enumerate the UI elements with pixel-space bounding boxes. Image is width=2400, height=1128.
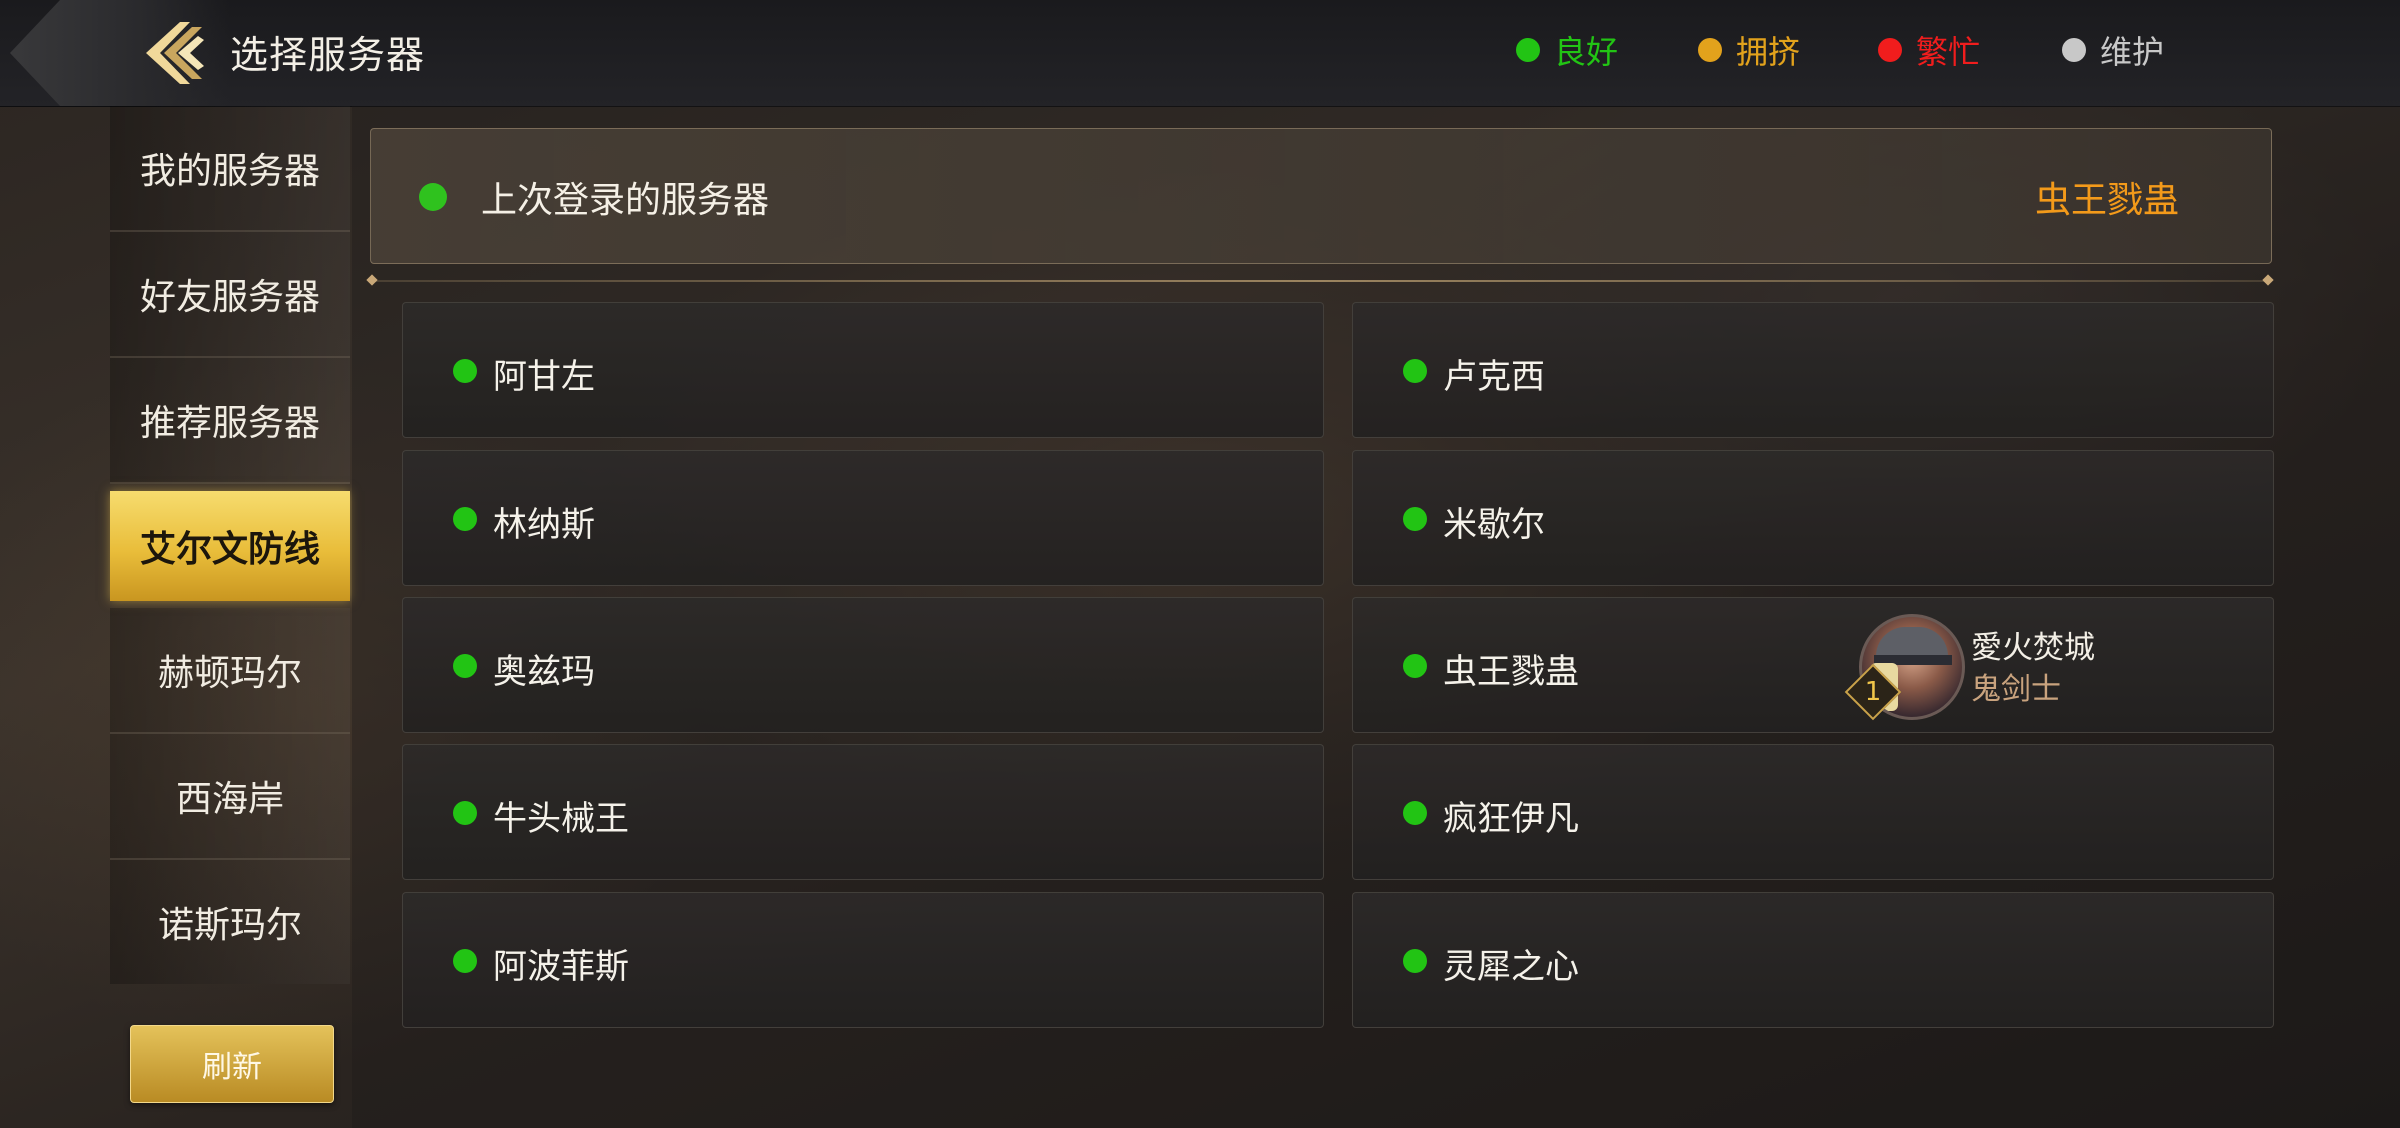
server-card[interactable]: 灵犀之心	[1352, 892, 2274, 1028]
status-dot-icon	[1403, 359, 1427, 383]
legend-maintenance: 维护	[2062, 28, 2164, 72]
rank-number: 1	[1864, 677, 1882, 707]
server-card[interactable]: 阿甘左	[402, 302, 1324, 438]
server-card[interactable]: 阿波菲斯	[402, 892, 1324, 1028]
status-dot-icon	[453, 949, 477, 973]
back-arrow-icon	[146, 22, 204, 84]
server-name: 灵犀之心	[1443, 947, 1579, 987]
status-dot-icon	[1403, 949, 1427, 973]
character-name: 愛火焚城	[1971, 630, 2095, 666]
status-dot-icon	[2062, 38, 2086, 62]
character-class: 鬼剑士	[1971, 672, 2061, 707]
legend-busy: 繁忙	[1878, 28, 1980, 72]
refresh-button[interactable]: 刷新	[130, 1025, 334, 1103]
sidebar-item-hendon-myre[interactable]: 赫顿玛尔	[110, 608, 350, 734]
status-dot-icon	[453, 359, 477, 383]
server-name: 牛头械王	[493, 799, 629, 839]
legend-label: 繁忙	[1916, 33, 1981, 71]
server-card[interactable]: 林纳斯	[402, 450, 1324, 586]
divider	[372, 280, 2268, 282]
last-login-server[interactable]: 上次登录的服务器 虫王戮蛊	[370, 128, 2272, 264]
legend-good: 良好	[1516, 28, 1618, 72]
legend-label: 维护	[2100, 33, 2165, 71]
sidebar-item-recommended[interactable]: 推荐服务器	[110, 358, 350, 484]
status-dot-icon	[1516, 38, 1540, 62]
status-dot-icon	[453, 507, 477, 531]
server-name: 米歇尔	[1443, 505, 1545, 545]
status-dot-icon	[1403, 507, 1427, 531]
server-card[interactable]: 卢克西	[1352, 302, 2274, 438]
sidebar-item-friend-servers[interactable]: 好友服务器	[110, 232, 350, 358]
server-name: 林纳斯	[493, 505, 595, 545]
status-dot-icon	[419, 183, 447, 211]
legend-label: 拥挤	[1736, 33, 1801, 71]
status-dot-icon	[1878, 38, 1902, 62]
back-button[interactable]	[140, 16, 214, 90]
server-name: 疯狂伊凡	[1443, 799, 1579, 839]
server-name: 虫王戮蛊	[1443, 652, 1579, 692]
last-login-server-name: 虫王戮蛊	[2034, 180, 2179, 221]
status-dot-icon	[1698, 38, 1722, 62]
page-title: 选择服务器	[230, 33, 426, 77]
server-card[interactable]: 牛头械王	[402, 744, 1324, 880]
legend-label: 良好	[1554, 33, 1619, 71]
last-login-label: 上次登录的服务器	[481, 180, 770, 221]
sidebar-item-norsmar[interactable]: 诺斯玛尔	[110, 860, 350, 984]
sidebar-item-my-servers[interactable]: 我的服务器	[110, 106, 350, 232]
server-name: 卢克西	[1443, 357, 1545, 397]
status-dot-icon	[1403, 801, 1427, 825]
character-info: 1 愛火焚城 鬼剑士	[1844, 614, 2133, 724]
top-bar: 选择服务器 良好 拥挤 繁忙 维护	[0, 0, 2400, 107]
sidebar-item-elvenguard[interactable]: 艾尔文防线	[110, 491, 350, 601]
server-card[interactable]: 虫王戮蛊 1 愛火焚城 鬼剑士	[1352, 597, 2274, 733]
server-card[interactable]: 米歇尔	[1352, 450, 2274, 586]
status-dot-icon	[1403, 654, 1427, 678]
region-sidebar: 我的服务器 好友服务器 推荐服务器 艾尔文防线 赫顿玛尔 西海岸 诺斯玛尔	[110, 106, 350, 984]
server-name: 奥兹玛	[493, 652, 595, 692]
server-name: 阿波菲斯	[493, 947, 629, 987]
sidebar-item-west-coast[interactable]: 西海岸	[110, 734, 350, 860]
server-card[interactable]: 奥兹玛	[402, 597, 1324, 733]
status-dot-icon	[453, 801, 477, 825]
server-name: 阿甘左	[493, 357, 595, 397]
status-dot-icon	[453, 654, 477, 678]
legend-crowded: 拥挤	[1698, 28, 1800, 72]
server-card[interactable]: 疯狂伊凡	[1352, 744, 2274, 880]
